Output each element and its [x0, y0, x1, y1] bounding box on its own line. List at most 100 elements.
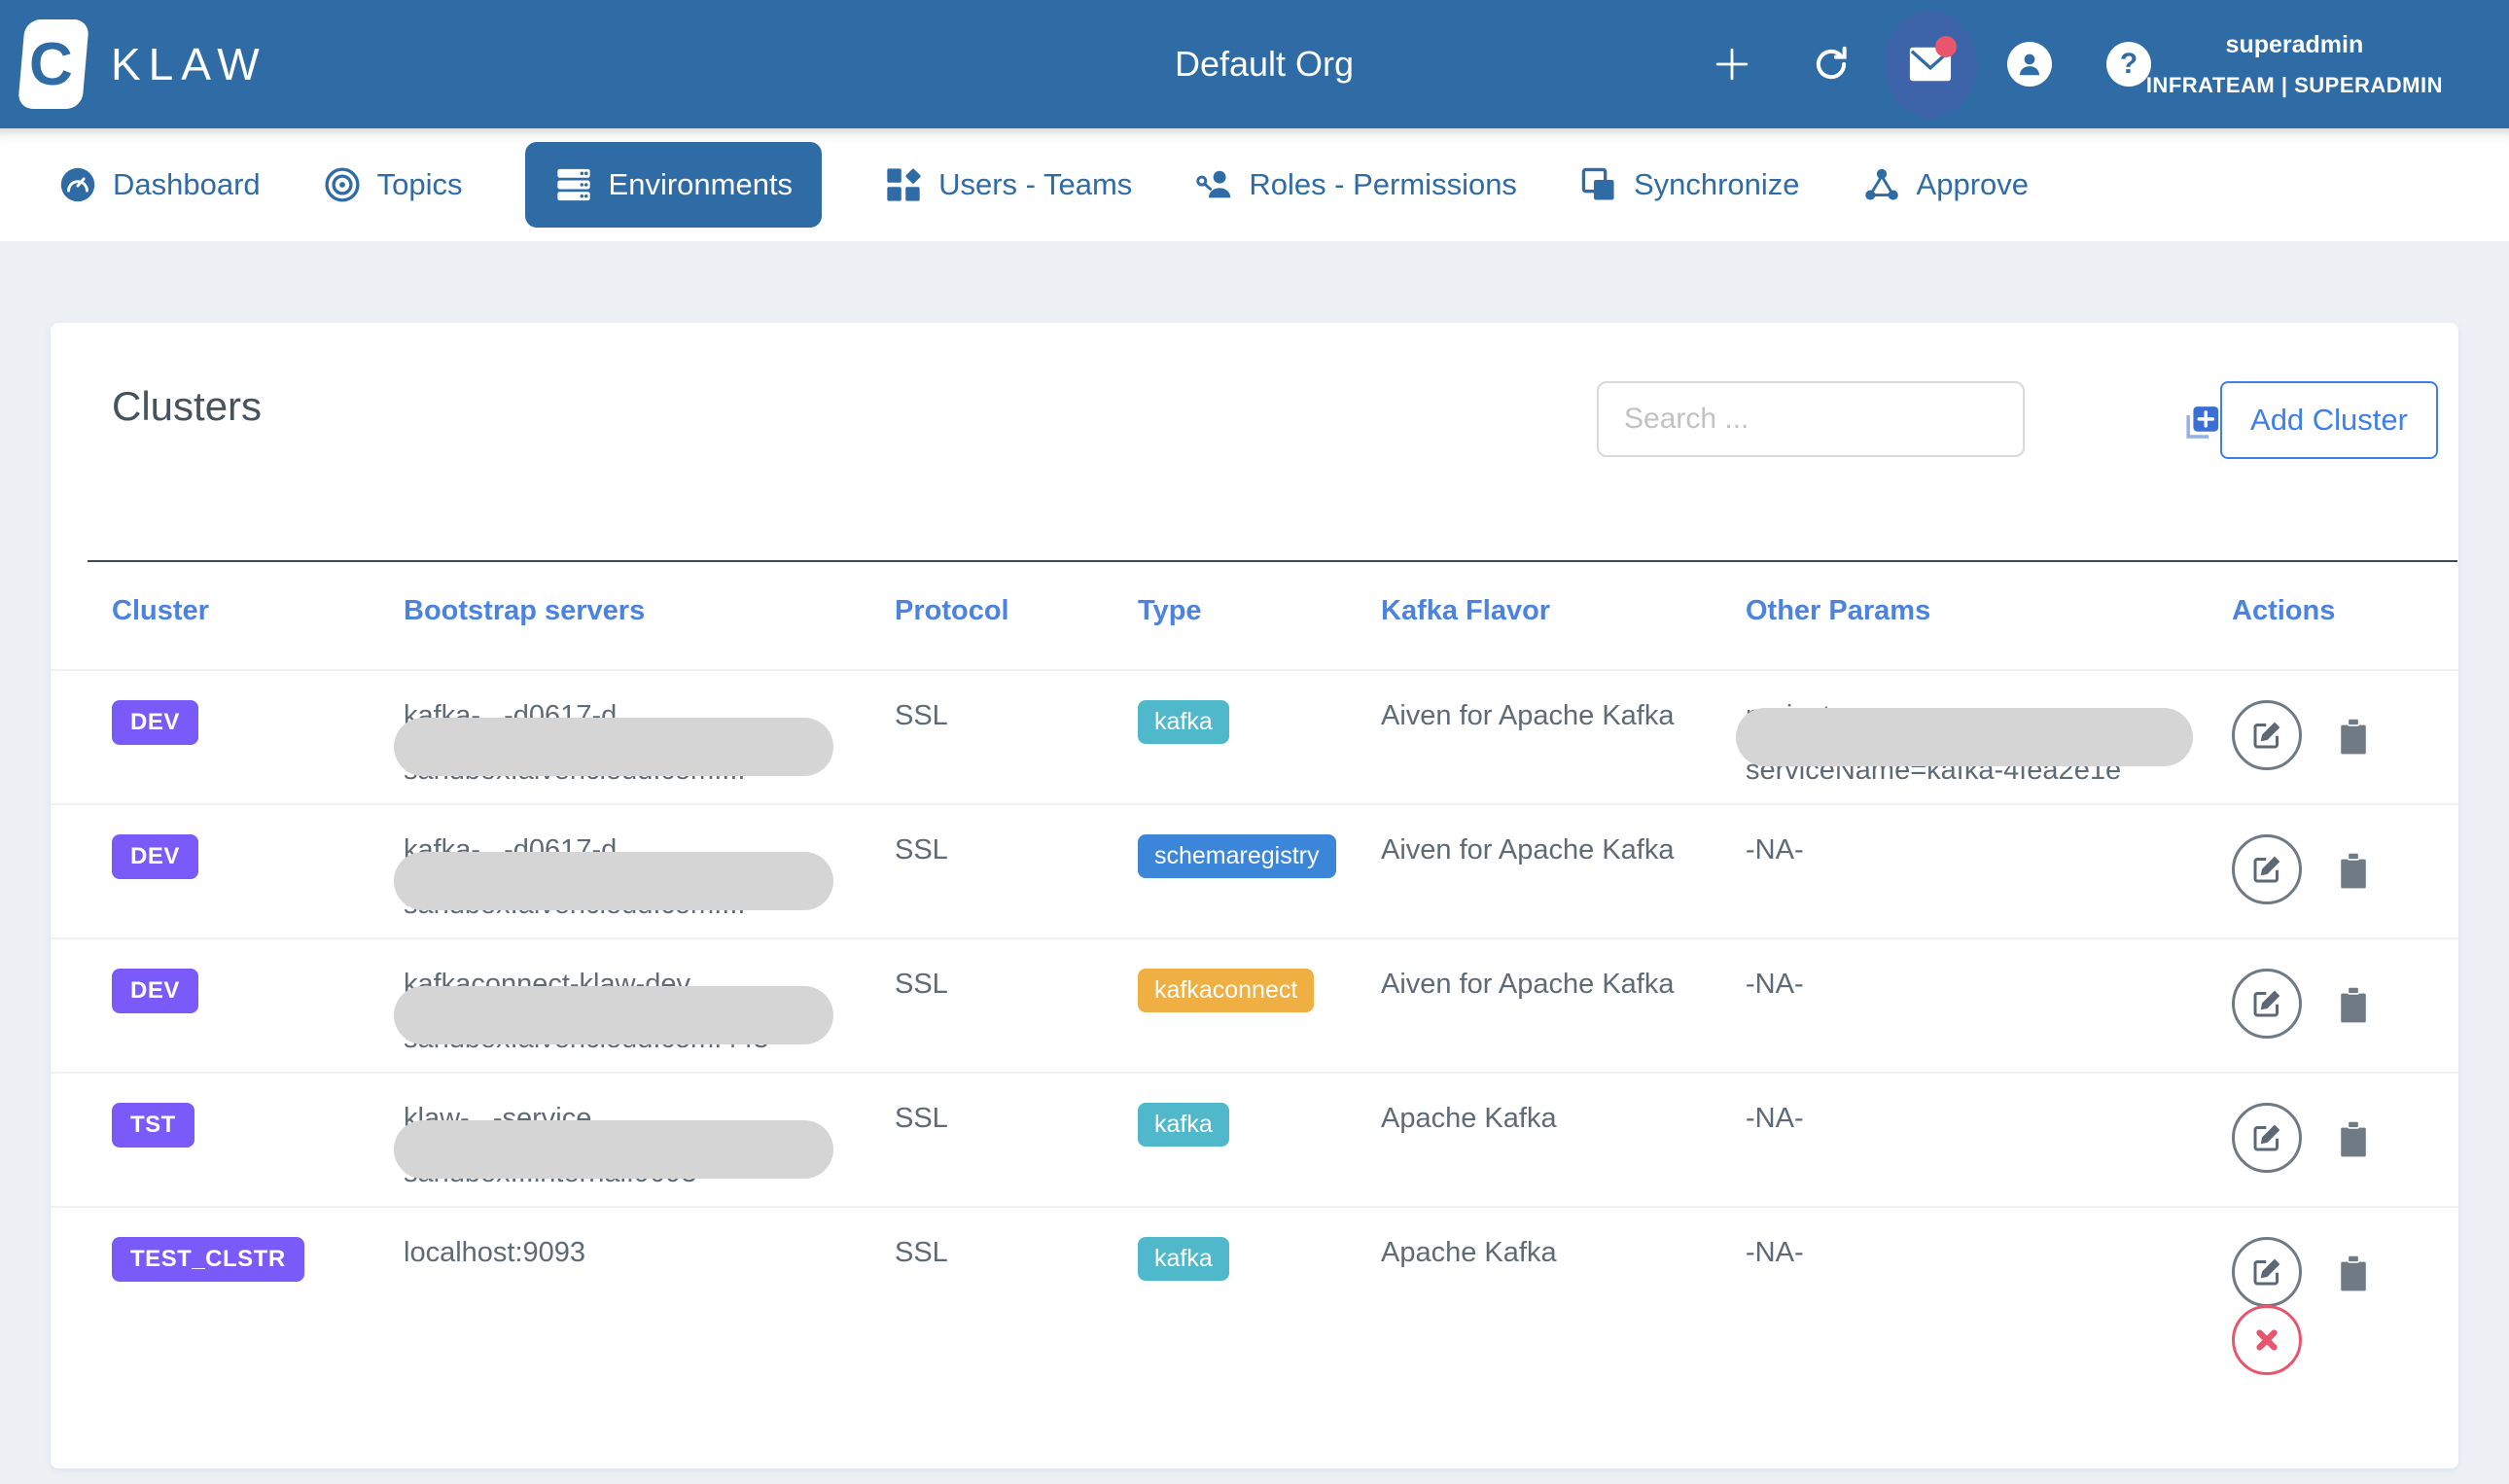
type-badge: schemaregistry — [1138, 834, 1336, 878]
edit-icon — [2249, 1254, 2284, 1290]
cluster-badge: TST — [112, 1103, 194, 1148]
edit-cluster-button[interactable] — [2232, 969, 2302, 1039]
table-row: TEST_CLSTR localhost:9093 SSL kafka Apac… — [51, 1206, 2458, 1449]
redaction-pill — [394, 986, 833, 1044]
brand-name: KLAW — [111, 38, 267, 90]
edit-icon — [2249, 1120, 2284, 1155]
tab-dashboard[interactable]: Dashboard — [58, 165, 261, 204]
help-icon[interactable]: ? — [2106, 42, 2151, 87]
col-cluster: Cluster — [112, 595, 404, 627]
team-role: INFRATEAM | SUPERADMIN — [2146, 73, 2443, 98]
cluster-badge: DEV — [112, 969, 198, 1013]
kafka-flavor-cell: Aiven for Apache Kafka — [1381, 834, 1746, 866]
add-cluster-button[interactable]: Add Cluster — [2220, 381, 2438, 459]
section-divider — [88, 560, 2457, 562]
col-params: Other Params — [1746, 595, 2232, 627]
edit-icon — [2249, 852, 2284, 887]
protocol-cell: SSL — [895, 1103, 1138, 1135]
search-input[interactable] — [1597, 381, 2025, 457]
other-params-cell: -NA- — [1746, 1237, 2232, 1269]
tab-topics[interactable]: Topics — [323, 165, 463, 204]
synchronize-icon — [1579, 165, 1618, 204]
edit-cluster-button[interactable] — [2232, 1103, 2302, 1173]
cluster-badge: TEST_CLSTR — [112, 1237, 304, 1282]
user-info[interactable]: superadmin INFRATEAM | SUPERADMIN — [2146, 0, 2443, 128]
other-params-cell: -NA- — [1746, 969, 2232, 1001]
tab-approve[interactable]: Approve — [1862, 165, 2029, 204]
redaction-pill — [394, 1120, 833, 1179]
klaw-logo[interactable]: C KLAW — [21, 19, 267, 109]
bootstrap-servers-cell: klaw-...-service... sandbox...internal:9… — [404, 1103, 851, 1196]
redaction-pill — [1736, 708, 2193, 766]
clusters-table: Cluster Bootstrap servers Protocol Type … — [51, 595, 2458, 1449]
copy-cluster-icon[interactable] — [2337, 1253, 2370, 1298]
bootstrap-servers-cell: kafka-...-d0617-d... sandbox.aivencloud.… — [404, 700, 851, 794]
type-badge: kafka — [1138, 1103, 1229, 1147]
dashboard-icon — [58, 165, 97, 204]
bootstrap-servers-cell: kafka-...-d0617-d... sandbox.aivencloud.… — [404, 834, 851, 928]
tab-roles-permissions[interactable]: Roles - Permissions — [1194, 165, 1517, 204]
protocol-cell: SSL — [895, 969, 1138, 1001]
table-row: DEV kafka-...-d0617-d... sandbox.aivencl… — [51, 803, 2458, 937]
add-icon[interactable] — [1710, 42, 1754, 87]
tab-environments[interactable]: Environments — [525, 142, 823, 228]
kafka-flavor-cell: Aiven for Apache Kafka — [1381, 700, 1746, 732]
kafka-flavor-cell: Aiven for Apache Kafka — [1381, 969, 1746, 1001]
delete-x-icon — [2252, 1325, 2281, 1355]
copy-cluster-icon[interactable] — [2337, 1118, 2370, 1164]
col-actions: Actions — [2232, 595, 2458, 627]
copy-cluster-icon[interactable] — [2337, 984, 2370, 1030]
username: superadmin — [2226, 31, 2364, 59]
table-header-row: Cluster Bootstrap servers Protocol Type … — [51, 595, 2458, 669]
type-badge: kafka — [1138, 700, 1229, 744]
cluster-badge: DEV — [112, 700, 198, 745]
tab-users-teams[interactable]: Users - Teams — [884, 165, 1132, 204]
users-teams-icon — [884, 165, 923, 204]
add-cluster-icon[interactable] — [2180, 403, 2221, 443]
type-badge: kafka — [1138, 1237, 1229, 1281]
clusters-card: Clusters Add Cluster Cluster Bootstrap s… — [51, 323, 2458, 1468]
table-row: DEV kafka-...-d0617-d... sandbox.aivencl… — [51, 669, 2458, 803]
col-protocol: Protocol — [895, 595, 1138, 627]
protocol-cell: SSL — [895, 700, 1138, 732]
kafka-flavor-cell: Apache Kafka — [1381, 1237, 1746, 1269]
klaw-logo-icon: C — [18, 19, 89, 109]
page-title: Clusters — [112, 383, 262, 430]
edit-cluster-button[interactable] — [2232, 1237, 2302, 1307]
notification-badge — [1935, 36, 1957, 57]
copy-cluster-icon[interactable] — [2337, 716, 2370, 761]
roles-permissions-icon — [1194, 165, 1233, 204]
edit-icon — [2249, 718, 2284, 753]
bootstrap-servers-cell: kafkaconnect-klaw-dev... sandbox.aivencl… — [404, 969, 851, 1062]
col-flavor: Kafka Flavor — [1381, 595, 1746, 627]
approve-icon — [1862, 165, 1901, 204]
environments-icon — [554, 165, 593, 204]
main-nav: Dashboard Topics Environments Users - Te… — [0, 128, 2509, 241]
org-title: Default Org — [1175, 44, 1354, 85]
bootstrap-servers-cell: localhost:9093 — [404, 1237, 895, 1269]
type-badge: kafkaconnect — [1138, 969, 1314, 1012]
table-row: TST klaw-...-service... sandbox...intern… — [51, 1072, 2458, 1206]
protocol-cell: SSL — [895, 1237, 1138, 1269]
edit-icon — [2249, 986, 2284, 1021]
refresh-icon[interactable] — [1809, 42, 1854, 87]
top-header-bar: C KLAW Default Org ? superadmin INF — [0, 0, 2509, 128]
edit-cluster-button[interactable] — [2232, 700, 2302, 770]
protocol-cell: SSL — [895, 834, 1138, 866]
redaction-pill — [394, 718, 833, 776]
tab-synchronize[interactable]: Synchronize — [1579, 165, 1800, 204]
redaction-pill — [394, 852, 833, 910]
col-type: Type — [1138, 595, 1381, 627]
topics-icon — [323, 165, 362, 204]
other-params-cell: project=... serviceName=kafka-4fea2e1e — [1746, 700, 2193, 794]
kafka-flavor-cell: Apache Kafka — [1381, 1103, 1746, 1135]
edit-cluster-button[interactable] — [2232, 834, 2302, 904]
col-bootstrap: Bootstrap servers — [404, 595, 895, 627]
other-params-cell: -NA- — [1746, 1103, 2232, 1135]
delete-cluster-button[interactable] — [2232, 1305, 2302, 1375]
user-icon[interactable] — [2007, 42, 2052, 87]
copy-cluster-icon[interactable] — [2337, 850, 2370, 896]
mail-icon[interactable] — [1908, 42, 1953, 87]
cluster-badge: DEV — [112, 834, 198, 879]
table-row: DEV kafkaconnect-klaw-dev... sandbox.aiv… — [51, 937, 2458, 1072]
